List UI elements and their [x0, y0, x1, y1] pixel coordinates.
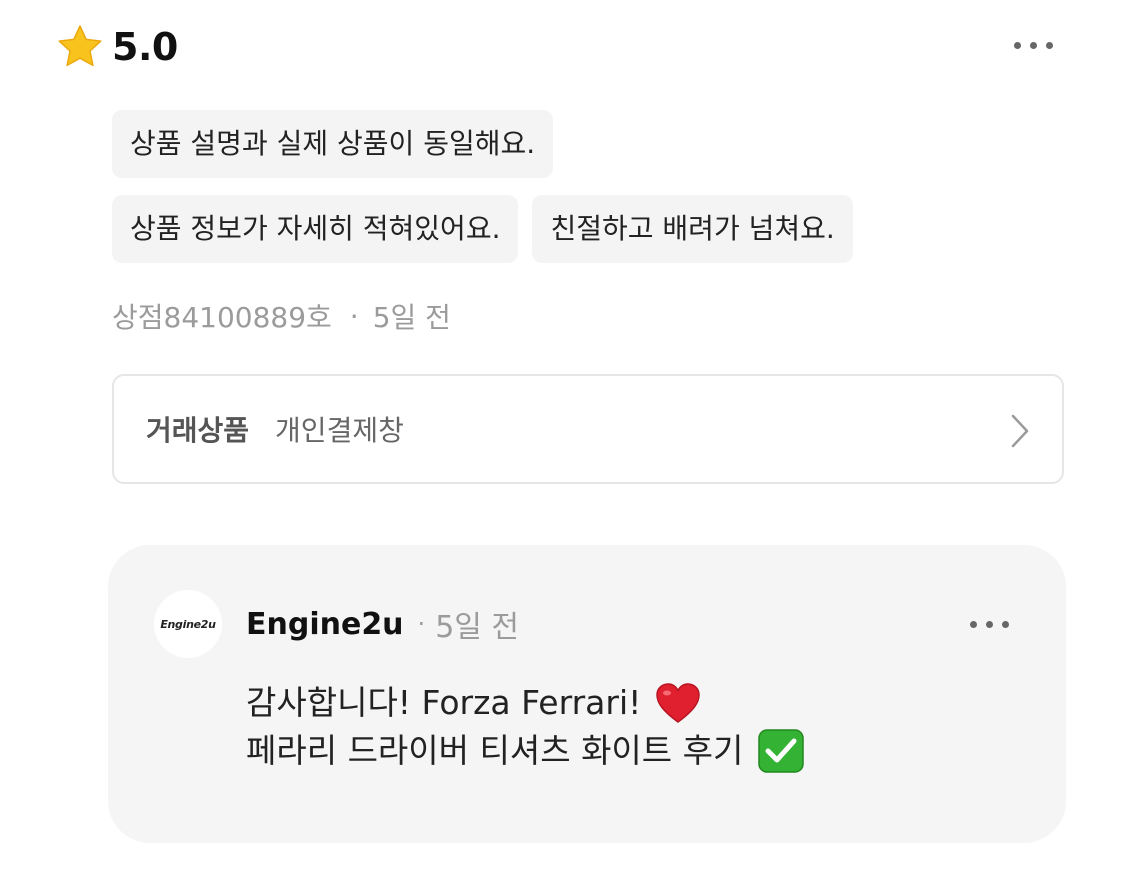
rating-row: 5.0	[56, 22, 178, 72]
tag-row: 상품 설명과 실제 상품이 동일해요.	[112, 110, 1012, 178]
reply-header: Engine2u · 5일 전	[246, 601, 519, 647]
tag-row: 상품 정보가 자세히 적혀있어요. 친절하고 배려가 넘쳐요.	[112, 195, 1012, 263]
reply-text: 감사합니다! Forza Ferrari!	[246, 683, 642, 722]
seller-reply-card: Engine2u Engine2u · 5일 전 감사합니다! Forza Fe…	[108, 545, 1066, 843]
seller-avatar[interactable]: Engine2u	[154, 590, 222, 658]
check-icon	[758, 729, 805, 773]
review-meta: 상점84100889호 · 5일 전	[112, 296, 451, 336]
star-icon	[58, 25, 102, 67]
heart-icon	[656, 683, 701, 723]
reply-time: 5일 전	[435, 610, 520, 645]
reply-text: 페라리 드라이버 티셔츠 화이트 후기	[246, 731, 744, 770]
reply-body: 감사합니다! Forza Ferrari! 페라리 드라이버 티셔츠 화이트 후…	[246, 679, 805, 775]
seller-name[interactable]: Engine2u	[246, 607, 404, 642]
reply-line: 페라리 드라이버 티셔츠 화이트 후기	[246, 727, 805, 775]
review-tag: 상품 정보가 자세히 적혀있어요.	[112, 195, 519, 263]
traded-product-link[interactable]: 거래상품 개인결제창	[112, 374, 1064, 484]
chevron-right-icon	[1011, 414, 1029, 448]
seller-logo: Engine2u	[160, 617, 216, 631]
review-time: 5일 전	[372, 301, 451, 334]
product-label: 거래상품	[146, 414, 250, 447]
rating-value: 5.0	[112, 25, 178, 69]
review-tag: 친절하고 배려가 넘쳐요.	[532, 195, 853, 263]
review-tag: 상품 설명과 실제 상품이 동일해요.	[112, 110, 554, 178]
review-item: 5.0 상품 설명과 실제 상품이 동일해요. 상품 정보가 자세히 적혀있어요…	[0, 0, 1125, 893]
product-name: 개인결제창	[275, 414, 404, 447]
reply-more-icon[interactable]	[966, 615, 1013, 634]
reply-line: 감사합니다! Forza Ferrari!	[246, 679, 805, 727]
reviewer-name[interactable]: 상점84100889호	[112, 296, 332, 336]
review-tags: 상품 설명과 실제 상품이 동일해요. 상품 정보가 자세히 적혀있어요. 친절…	[112, 110, 1012, 280]
reply-separator: ·	[417, 610, 426, 638]
review-more-icon[interactable]	[1010, 36, 1057, 55]
meta-separator: ·	[349, 299, 359, 333]
